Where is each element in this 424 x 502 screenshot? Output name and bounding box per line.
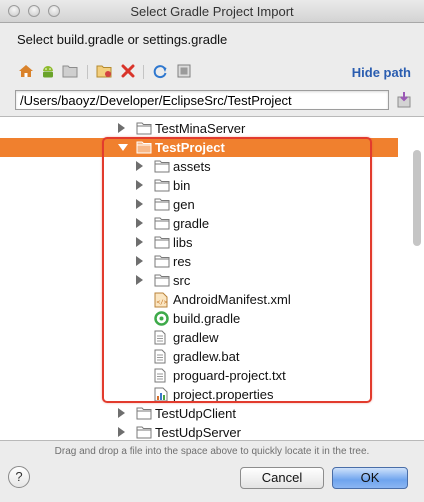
tree-file-row[interactable]: build.gradle — [0, 309, 398, 328]
expand-arrow-icon[interactable] — [118, 144, 128, 151]
tree-file-row[interactable]: gradlew — [0, 328, 398, 347]
toolbar-separator — [143, 65, 144, 79]
refresh-icon[interactable] — [151, 62, 169, 80]
path-history-icon[interactable] — [396, 91, 412, 109]
prompt-text: Select build.gradle or settings.gradle — [17, 32, 228, 47]
folder-icon — [136, 140, 152, 155]
folder-icon — [136, 406, 152, 421]
tree-folder-row[interactable]: res — [0, 252, 398, 271]
file-tree[interactable]: TestMinaServer TestProject assets bin gen gra… — [0, 116, 424, 441]
tree-folder-row[interactable]: TestUdpServer — [0, 423, 398, 440]
folder-icon — [154, 235, 170, 250]
gradle-icon — [154, 311, 170, 326]
tree-file-row[interactable]: </> AndroidManifest.xml — [0, 290, 398, 309]
collapse-arrow-icon[interactable] — [136, 237, 143, 247]
tree-folder-row[interactable]: gradle — [0, 214, 398, 233]
tree-folder-row[interactable]: libs — [0, 233, 398, 252]
xml-file-icon: </> — [154, 292, 170, 308]
tree-item-label: gen — [173, 197, 195, 212]
tree-item-label: TestMinaServer — [155, 121, 246, 136]
text-file-icon — [154, 349, 170, 364]
folder-icon — [154, 197, 170, 212]
tree-item-label: bin — [173, 178, 191, 193]
folder-icon — [136, 425, 152, 440]
tree-folder-row[interactable]: assets — [0, 157, 398, 176]
folder-icon — [154, 159, 170, 174]
drag-drop-hint: Drag and drop a file into the space abov… — [54, 446, 370, 457]
toolbar-separator — [87, 65, 88, 79]
tree-folder-row[interactable]: TestProject — [0, 138, 398, 157]
new-folder-icon[interactable] — [95, 62, 113, 80]
collapse-arrow-icon[interactable] — [136, 275, 143, 285]
path-input[interactable]: /Users/baoyz/Developer/EclipseSrc/TestPr… — [15, 90, 389, 110]
tree-item-label: assets — [173, 159, 211, 174]
tree-item-label: TestUdpClient — [155, 406, 236, 421]
tree-item-label: gradlew — [173, 330, 219, 345]
collapse-arrow-icon[interactable] — [118, 123, 125, 133]
tree-folder-row[interactable]: gen — [0, 195, 398, 214]
tree-item-label: build.gradle — [173, 311, 241, 326]
text-file-icon — [154, 368, 170, 383]
window-title: Select Gradle Project Import — [130, 4, 294, 19]
properties-file-icon — [154, 387, 170, 402]
tree-item-label: res — [173, 254, 192, 269]
folder-icon — [154, 216, 170, 231]
collapse-arrow-icon[interactable] — [136, 256, 143, 266]
help-button[interactable]: ? — [8, 466, 30, 488]
tree-item-label: gradle — [173, 216, 210, 231]
hide-path-link[interactable]: Hide path — [352, 65, 411, 80]
folder-icon — [154, 178, 170, 193]
tree-folder-row[interactable]: bin — [0, 176, 398, 195]
svg-text:</>: </> — [157, 299, 168, 306]
home-icon[interactable] — [17, 62, 35, 80]
cancel-button[interactable]: Cancel — [240, 467, 324, 489]
tree-item-label: gradlew.bat — [173, 349, 240, 364]
android-icon[interactable] — [39, 62, 57, 80]
tree-item-label: TestUdpServer — [155, 425, 241, 440]
tree-item-label: AndroidManifest.xml — [173, 292, 291, 307]
title-bar: Select Gradle Project Import — [0, 0, 424, 23]
tree-scrollbar[interactable] — [413, 150, 421, 246]
tree-item-label: TestProject — [155, 140, 225, 155]
tree-folder-row[interactable]: src — [0, 271, 398, 290]
collapse-arrow-icon[interactable] — [136, 180, 143, 190]
show-hidden-icon[interactable] — [175, 62, 193, 80]
tree-item-label: src — [173, 273, 191, 288]
delete-icon[interactable] — [119, 62, 137, 80]
folder-icon — [154, 254, 170, 269]
text-file-icon — [154, 330, 170, 345]
project-folder-icon[interactable] — [61, 62, 79, 80]
tree-item-label: proguard-project.txt — [173, 368, 286, 383]
collapse-arrow-icon[interactable] — [136, 199, 143, 209]
tree-file-row[interactable]: gradlew.bat — [0, 347, 398, 366]
tree-file-row[interactable]: project.properties — [0, 385, 398, 404]
collapse-arrow-icon[interactable] — [136, 218, 143, 228]
collapse-arrow-icon[interactable] — [118, 427, 125, 437]
tree-folder-row[interactable]: TestMinaServer — [0, 119, 398, 138]
tree-item-label: project.properties — [173, 387, 274, 402]
tree-folder-row[interactable]: TestUdpClient — [0, 404, 398, 423]
collapse-arrow-icon[interactable] — [118, 408, 125, 418]
folder-icon — [136, 121, 152, 136]
folder-icon — [154, 273, 170, 288]
tree-item-label: libs — [173, 235, 193, 250]
tree-file-row[interactable]: proguard-project.txt — [0, 366, 398, 385]
ok-button[interactable]: OK — [332, 467, 408, 489]
collapse-arrow-icon[interactable] — [136, 161, 143, 171]
